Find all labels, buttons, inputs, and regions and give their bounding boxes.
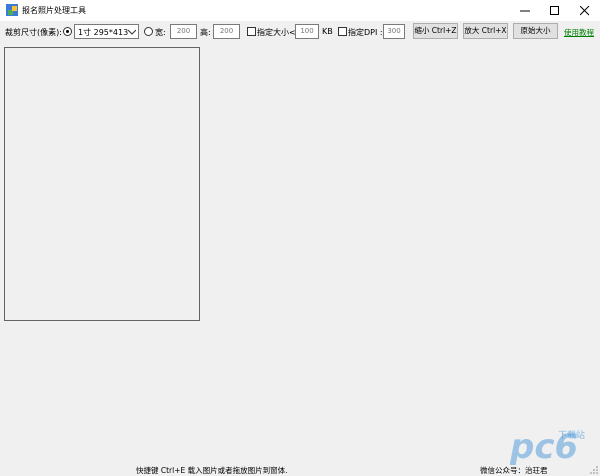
shortcut-hint: 快捷键 Ctrl+E 载入图片或者拖放图片到窗体. — [136, 466, 288, 475]
wechat-account: 微信公众号：治玨君 — [480, 466, 548, 475]
title-bar: 报名照片处理工具 — [0, 0, 600, 21]
max-size-checkbox[interactable] — [247, 27, 256, 36]
pc6-watermark: pc6 下载站 — [510, 427, 585, 466]
resize-grip-icon[interactable] — [590, 466, 599, 475]
maximize-button[interactable] — [540, 0, 570, 21]
minimize-button[interactable] — [510, 0, 540, 21]
dpi-input[interactable]: 300 — [383, 24, 405, 39]
size-unit-label: KB — [322, 27, 333, 36]
dpi-checkbox[interactable] — [338, 27, 347, 36]
close-button[interactable] — [570, 0, 600, 21]
shrink-button[interactable]: 缩小 Ctrl+Z — [413, 23, 458, 39]
help-link[interactable]: 使用教程 — [564, 27, 594, 38]
minimize-icon — [520, 10, 530, 12]
crop-size-label: 裁剪尺寸(像素): — [5, 28, 62, 37]
status-bar: 快捷键 Ctrl+E 载入图片或者拖放图片到窗体. 微信公众号：治玨君 — [0, 463, 600, 476]
max-size-label: 指定大小< — [257, 28, 296, 37]
window-title: 报名照片处理工具 — [22, 6, 86, 15]
close-icon — [580, 6, 590, 16]
app-icon — [6, 4, 18, 16]
custom-size-radio[interactable] — [144, 27, 153, 36]
photo-preview-area[interactable] — [4, 47, 200, 321]
maximize-icon — [550, 6, 559, 15]
preset-radio[interactable] — [63, 27, 72, 36]
max-size-input[interactable]: 100 — [295, 24, 319, 39]
dpi-label: 指定DPI : — [348, 28, 383, 37]
preset-select[interactable]: 1寸 295*413 — [74, 24, 139, 39]
chevron-down-icon — [128, 29, 136, 35]
toolbar: 裁剪尺寸(像素): 1寸 295*413 宽: 200 高: 200 指定大小<… — [0, 21, 600, 45]
height-label: 高: — [200, 28, 211, 37]
width-input[interactable]: 200 — [170, 24, 197, 39]
original-size-button[interactable]: 原始大小 — [513, 23, 558, 39]
height-input[interactable]: 200 — [213, 24, 240, 39]
width-label: 宽: — [155, 28, 166, 37]
enlarge-button[interactable]: 放大 Ctrl+X — [463, 23, 508, 39]
preset-value: 1寸 295*413 — [78, 28, 129, 37]
svg-text:下载站: 下载站 — [558, 429, 585, 441]
